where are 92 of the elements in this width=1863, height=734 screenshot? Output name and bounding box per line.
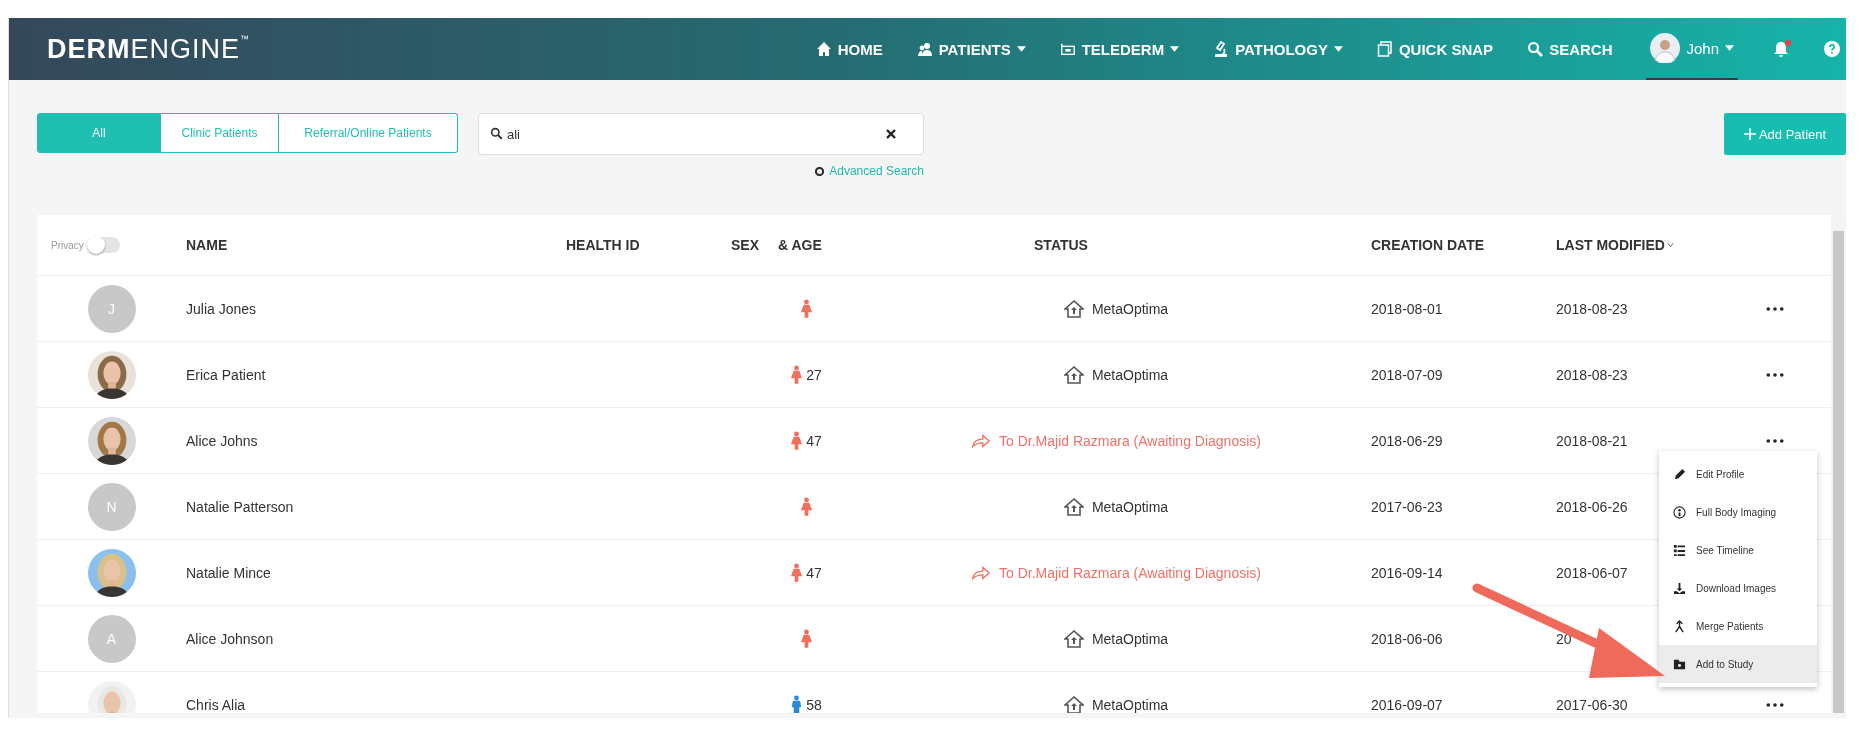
menu-item[interactable]: Download Images <box>1659 569 1817 607</box>
search-icon <box>490 127 503 140</box>
age-text: 27 <box>806 366 822 383</box>
sort-icon[interactable] <box>1666 242 1674 248</box>
column-header[interactable]: STATUS <box>1034 237 1088 253</box>
more-options-icon[interactable] <box>1766 438 1784 443</box>
microscope-icon <box>1213 41 1230 57</box>
house-icon <box>1063 695 1084 713</box>
age-text: 58 <box>806 696 822 713</box>
age-text: 47 <box>806 564 822 581</box>
status-text: MetaOptima <box>1091 498 1169 515</box>
nav-link[interactable]: HOME <box>815 40 883 58</box>
nav-link[interactable]: TELEDERM <box>1059 40 1180 58</box>
download-icon <box>1673 581 1686 595</box>
privacy-toggle[interactable] <box>87 237 120 253</box>
house-icon <box>1063 365 1084 384</box>
patient-name[interactable]: Alice Johns <box>186 432 258 449</box>
search-field[interactable]: ali <box>478 113 924 155</box>
female-icon <box>799 629 813 648</box>
privacy-label: Privacy <box>51 239 84 251</box>
creation-date: 2018-06-29 <box>1371 432 1443 449</box>
modified-date: 2018-08-23 <box>1556 366 1628 383</box>
modified-date: 2017-06-30 <box>1556 696 1628 713</box>
column-header[interactable]: LAST MODIFIED <box>1556 237 1665 253</box>
female-icon <box>799 497 813 516</box>
column-header[interactable]: HEALTH ID <box>566 237 640 253</box>
house-icon <box>1063 299 1084 318</box>
merge-icon <box>1673 619 1686 633</box>
modified-date: 2018-08-21 <box>1556 432 1628 449</box>
status-text: To Dr.Majid Razmara (Awaiting Diagnosis) <box>999 432 1261 449</box>
more-options-icon[interactable] <box>1766 306 1784 311</box>
column-header[interactable]: CREATION DATE <box>1371 237 1485 253</box>
modified-date: 2018-06-07 <box>1556 564 1628 581</box>
creation-date: 2018-06-06 <box>1371 630 1443 647</box>
female-icon <box>799 299 813 318</box>
pencil-icon <box>1673 467 1686 481</box>
more-options-icon[interactable] <box>1766 372 1784 377</box>
status-text: MetaOptima <box>1091 630 1169 647</box>
patient-name[interactable]: Chris Alia <box>186 696 246 713</box>
column-header[interactable]: NAME <box>186 237 228 253</box>
monitor-icon <box>1059 41 1076 57</box>
user-avatar <box>1650 33 1681 63</box>
patient-name[interactable]: Alice Johnson <box>186 630 274 647</box>
male-icon <box>790 695 804 713</box>
patient-name[interactable]: Natalie Mince <box>186 564 271 581</box>
creation-date: 2018-07-09 <box>1371 366 1443 383</box>
menu-item[interactable]: Full Body Imaging <box>1659 493 1817 531</box>
nav-link[interactable]: PATIENTS <box>916 40 1026 58</box>
clear-icon[interactable] <box>886 129 896 139</box>
menu-item[interactable]: See Timeline <box>1659 531 1817 569</box>
status-text: MetaOptima <box>1091 366 1169 383</box>
folder-icon <box>1673 657 1686 671</box>
modified-date: 20 <box>1556 630 1572 647</box>
patient-name[interactable]: Natalie Patterson <box>186 498 294 515</box>
home-icon <box>815 41 832 57</box>
menu-item[interactable]: Edit Profile <box>1659 455 1817 493</box>
plus-icon <box>1743 128 1756 140</box>
status-text: MetaOptima <box>1091 300 1169 317</box>
nav-link[interactable]: PATHOLOGY <box>1213 40 1343 58</box>
column-header[interactable]: & AGE <box>778 237 822 253</box>
creation-date: 2018-08-01 <box>1371 300 1443 317</box>
people-icon <box>916 41 933 57</box>
house-icon <box>1063 497 1084 516</box>
female-icon <box>790 365 804 384</box>
scrollbar[interactable] <box>1831 215 1846 713</box>
status-text: MetaOptima <box>1091 696 1169 713</box>
column-header[interactable]: SEX <box>731 237 759 253</box>
creation-date: 2016-09-14 <box>1371 564 1443 581</box>
forward-arrow-icon <box>971 563 991 582</box>
photos-icon <box>1376 41 1393 57</box>
female-icon <box>790 563 804 582</box>
search-icon <box>1527 41 1544 57</box>
modified-date: 2018-08-23 <box>1556 300 1628 317</box>
age-text: 47 <box>806 432 822 449</box>
logo[interactable]: DERMENGINE$^{™}$ <box>47 33 251 65</box>
status-text: To Dr.Majid Razmara (Awaiting Diagnosis) <box>999 564 1261 581</box>
creation-date: 2016-09-07 <box>1371 696 1443 713</box>
list-icon <box>1673 543 1686 557</box>
forward-arrow-icon <box>971 431 991 450</box>
help-icon[interactable] <box>1824 41 1840 57</box>
nav-link[interactable]: QUICK SNAP <box>1376 40 1494 58</box>
house-icon <box>1063 629 1084 648</box>
patient-name[interactable]: Julia Jones <box>186 300 257 317</box>
patient-name[interactable]: Erica Patient <box>186 366 266 383</box>
notification-bell-icon[interactable] <box>1772 40 1790 58</box>
creation-date: 2017-06-23 <box>1371 498 1443 515</box>
menu-item[interactable]: Merge Patients <box>1659 607 1817 645</box>
modified-date: 2018-06-26 <box>1556 498 1628 515</box>
menu-item[interactable]: Add to Study <box>1659 645 1817 683</box>
female-icon <box>790 431 804 450</box>
more-options-icon[interactable] <box>1766 702 1784 707</box>
caret-icon <box>1725 45 1734 51</box>
